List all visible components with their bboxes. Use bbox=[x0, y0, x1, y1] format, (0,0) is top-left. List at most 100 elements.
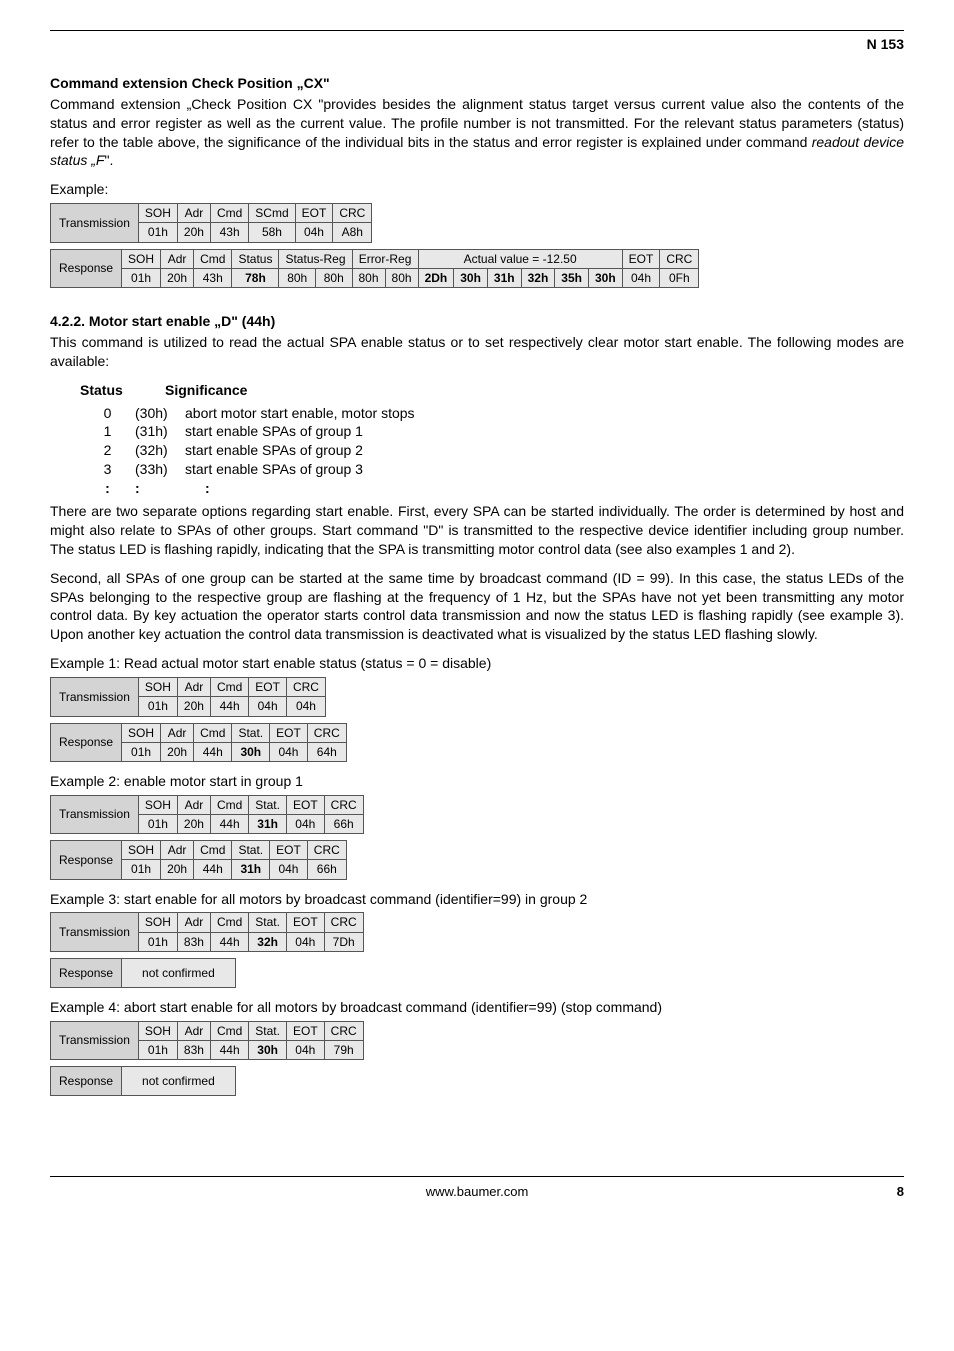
cell: Adr bbox=[161, 249, 194, 268]
cell: 04h bbox=[295, 223, 333, 242]
cell: Stat. bbox=[249, 795, 287, 814]
cell: 44h bbox=[210, 814, 248, 833]
cell: 20h bbox=[177, 697, 210, 716]
ex1-tx-label: Transmission bbox=[51, 678, 139, 716]
cell: A8h bbox=[333, 223, 372, 242]
ex3-tx: Transmission SOHAdrCmdStat.EOTCRC 01h83h… bbox=[50, 912, 364, 951]
cx-rx-table: Response SOH Adr Cmd Status Status-Reg E… bbox=[50, 249, 904, 288]
cell: CRC bbox=[307, 841, 346, 860]
cell: 31h bbox=[249, 814, 287, 833]
cell: 0Fh bbox=[660, 268, 699, 287]
sr-t: : bbox=[185, 479, 904, 498]
cell: Adr bbox=[177, 678, 210, 697]
ex2-rx: Response SOHAdrCmdStat.EOTCRC 01h20h44h3… bbox=[50, 840, 347, 879]
cell: 83h bbox=[177, 932, 210, 951]
cell: 83h bbox=[177, 1041, 210, 1060]
cell: EOT bbox=[249, 678, 287, 697]
cell: SOH bbox=[122, 723, 161, 742]
cell: SOH bbox=[138, 795, 177, 814]
cell: EOT bbox=[286, 795, 324, 814]
cell: Error-Reg bbox=[352, 249, 418, 268]
cell: Adr bbox=[161, 841, 194, 860]
cell: 66h bbox=[307, 860, 346, 879]
cell: 44h bbox=[210, 1041, 248, 1060]
cell: 30h bbox=[249, 1041, 287, 1060]
ex2-tx: Transmission SOHAdrCmdStat.EOTCRC 01h20h… bbox=[50, 795, 364, 834]
section-d-intro: This command is utilized to read the act… bbox=[50, 333, 904, 371]
cell: 01h bbox=[138, 223, 177, 242]
sr-h: (31h) bbox=[135, 422, 185, 441]
cell: 32h bbox=[521, 268, 555, 287]
cell: 30h bbox=[232, 742, 270, 761]
cell: 44h bbox=[210, 697, 248, 716]
cell: EOT bbox=[270, 723, 308, 742]
ex4-rx: Response not confirmed bbox=[50, 1066, 236, 1096]
ex4-tx-label: Transmission bbox=[51, 1021, 139, 1059]
cell: 04h bbox=[286, 814, 324, 833]
cell: 58h bbox=[249, 223, 295, 242]
cell: EOT bbox=[622, 249, 660, 268]
cell: CRC bbox=[324, 795, 363, 814]
sr-n: 0 bbox=[80, 404, 135, 423]
cell: 44h bbox=[194, 860, 232, 879]
cell: 04h bbox=[286, 932, 324, 951]
footer-page: 8 bbox=[897, 1183, 904, 1201]
cell: Cmd bbox=[210, 204, 248, 223]
cell: 30h bbox=[454, 268, 488, 287]
cell: 44h bbox=[210, 932, 248, 951]
cell: CRC bbox=[324, 1021, 363, 1040]
ex4-rx-text: not confirmed bbox=[122, 1067, 236, 1096]
ex4-rx-label: Response bbox=[51, 1067, 122, 1096]
cell: EOT bbox=[270, 841, 308, 860]
cell: 80h bbox=[279, 268, 316, 287]
cx-para-end: ". bbox=[104, 152, 113, 168]
cell: 01h bbox=[138, 1041, 177, 1060]
cell: 79h bbox=[324, 1041, 363, 1060]
status-list: 0(30h)abort motor start enable, motor st… bbox=[80, 404, 904, 498]
cell: CRC bbox=[324, 913, 363, 932]
sr-h: : bbox=[135, 479, 185, 498]
cell: 7Dh bbox=[324, 932, 363, 951]
sr-t: start enable SPAs of group 3 bbox=[185, 460, 904, 479]
ex3-rx: Response not confirmed bbox=[50, 958, 236, 988]
ex4-label: Example 4: abort start enable for all mo… bbox=[50, 998, 904, 1017]
cell: EOT bbox=[295, 204, 333, 223]
cell: Adr bbox=[177, 1021, 210, 1040]
cell: 04h bbox=[249, 697, 287, 716]
section-d-para2: Second, all SPAs of one group can be sta… bbox=[50, 569, 904, 645]
cell: Status-Reg bbox=[279, 249, 352, 268]
section-cx-title: Command extension Check Position „CX" bbox=[50, 74, 904, 93]
cx-example-label: Example: bbox=[50, 180, 904, 199]
cell: 35h bbox=[555, 268, 589, 287]
cell: SCmd bbox=[249, 204, 295, 223]
cell: 01h bbox=[138, 932, 177, 951]
cell: 01h bbox=[122, 742, 161, 761]
cell: 66h bbox=[324, 814, 363, 833]
status-head-2: Significance bbox=[165, 381, 247, 400]
cell: 43h bbox=[194, 268, 232, 287]
footer: www.baumer.com 8 bbox=[50, 1176, 904, 1201]
footer-url: www.baumer.com bbox=[50, 1183, 904, 1201]
cell: CRC bbox=[333, 204, 372, 223]
cx-tx-table: Transmission SOH Adr Cmd SCmd EOT CRC 01… bbox=[50, 203, 904, 242]
cell: SOH bbox=[138, 1021, 177, 1040]
cell: 04h bbox=[286, 1041, 324, 1060]
cell: Actual value = -12.50 bbox=[418, 249, 622, 268]
cell: 78h bbox=[232, 268, 279, 287]
cx-rx-label: Response bbox=[51, 249, 122, 287]
cell: 20h bbox=[177, 814, 210, 833]
cell: Adr bbox=[177, 204, 210, 223]
ex3-rx-label: Response bbox=[51, 958, 122, 987]
cell: 20h bbox=[161, 742, 194, 761]
doc-id: N 153 bbox=[50, 35, 904, 54]
cell: SOH bbox=[138, 204, 177, 223]
cell: Cmd bbox=[194, 841, 232, 860]
cell: Cmd bbox=[210, 795, 248, 814]
sr-h: (32h) bbox=[135, 441, 185, 460]
ex1-rx: Response SOHAdrCmdStat.EOTCRC 01h20h44h3… bbox=[50, 723, 347, 762]
cell: EOT bbox=[286, 913, 324, 932]
ex1-rx-label: Response bbox=[51, 723, 122, 761]
cell: 2Dh bbox=[418, 268, 454, 287]
cell: 04h bbox=[622, 268, 660, 287]
cell: Adr bbox=[161, 723, 194, 742]
